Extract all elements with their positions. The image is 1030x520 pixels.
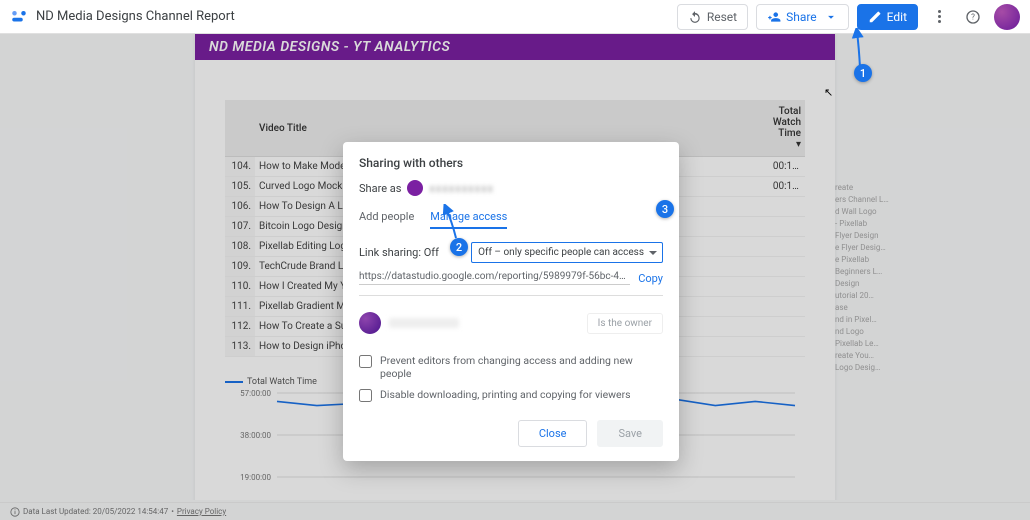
owner-name	[389, 318, 459, 328]
checkbox-disable-download[interactable]	[359, 389, 372, 402]
help-icon: ?	[965, 9, 981, 25]
share-as-name: xxxxxxxxxx	[429, 182, 494, 195]
edit-button[interactable]: Edit	[857, 4, 918, 30]
annotation-2: 2	[450, 238, 468, 256]
owner-avatar	[359, 312, 381, 334]
share-button[interactable]: Share	[756, 4, 849, 30]
share-url[interactable]: https://datastudio.google.com/reporting/…	[359, 271, 630, 285]
annotation-arrow-2	[440, 204, 470, 242]
tab-add-people[interactable]: Add people	[359, 210, 414, 229]
share-dialog: Sharing with others Share as xxxxxxxxxx …	[343, 142, 679, 461]
close-button[interactable]: Close	[518, 420, 588, 447]
more-options-button[interactable]	[926, 4, 952, 30]
more-vert-icon	[938, 10, 941, 23]
page-title: ND Media Designs Channel Report	[36, 9, 677, 24]
undo-icon	[688, 10, 702, 24]
save-button: Save	[597, 420, 663, 447]
mouse-cursor-icon: ↖	[824, 86, 833, 99]
checkbox-prevent-editors[interactable]	[359, 355, 372, 368]
chevron-down-icon	[824, 10, 838, 24]
annotation-3: 3	[656, 200, 674, 218]
annotation-1: 1	[854, 64, 872, 82]
app-header: ND Media Designs Channel Report Reset Sh…	[0, 0, 1030, 34]
help-button[interactable]: ?	[960, 4, 986, 30]
svg-text:?: ?	[971, 12, 975, 21]
copy-link-button[interactable]: Copy	[638, 272, 663, 285]
pencil-icon	[868, 10, 882, 24]
user-avatar[interactable]	[994, 4, 1020, 30]
owner-role: Is the owner	[587, 313, 663, 334]
reset-button[interactable]: Reset	[677, 4, 748, 30]
share-as-label: Share as	[359, 182, 401, 195]
check-disable-download[interactable]: Disable downloading, printing and copyin…	[359, 388, 663, 402]
check-prevent-editors[interactable]: Prevent editors from changing access and…	[359, 354, 663, 380]
person-add-icon	[767, 10, 781, 24]
dialog-title: Sharing with others	[359, 156, 663, 170]
datastudio-logo-icon	[10, 8, 28, 26]
link-sharing-select[interactable]: Off – only specific people can access	[471, 242, 663, 263]
link-sharing-label: Link sharing: Off	[359, 246, 439, 259]
share-as-avatar	[407, 180, 423, 196]
